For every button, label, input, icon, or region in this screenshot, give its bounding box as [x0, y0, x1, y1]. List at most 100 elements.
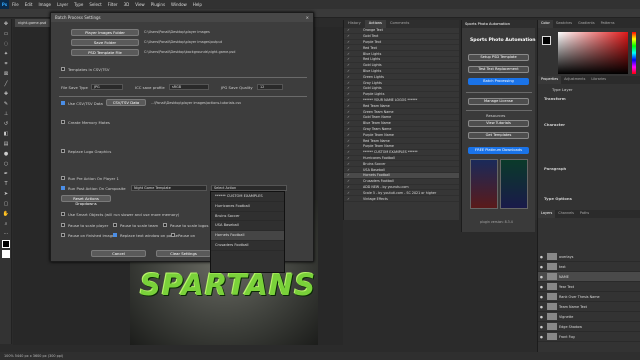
layer-row[interactable]: ● Year Text [538, 282, 640, 292]
action-enabled-check-icon[interactable]: ✓ [344, 110, 353, 114]
menu-type[interactable]: Type [71, 2, 86, 7]
layer-row[interactable]: ● Edge Shadow [538, 322, 640, 332]
tab-comments[interactable]: Comments [386, 20, 413, 28]
menu-plugins[interactable]: Plugins [148, 2, 168, 7]
dialog-close-icon[interactable]: × [306, 15, 309, 20]
tab-swatches[interactable]: Swatches [553, 20, 575, 28]
layer-visibility-icon[interactable]: ● [538, 325, 545, 329]
layer-visibility-icon[interactable]: ● [538, 285, 545, 289]
menu-image[interactable]: Image [35, 2, 54, 7]
icc-profile-select[interactable]: sRGB [169, 84, 209, 90]
file-type-select[interactable]: JPG [91, 84, 123, 90]
jpg-quality-select[interactable]: 12 [257, 84, 283, 90]
save-folder-button[interactable]: Save Folder [71, 39, 139, 46]
reset-actions-dropdowns-button[interactable]: Reset Actions Dropdowns [61, 195, 111, 206]
use-csv-checkbox[interactable] [61, 101, 65, 105]
action-enabled-check-icon[interactable]: ✓ [344, 115, 353, 119]
action-enabled-check-icon[interactable]: ✓ [344, 40, 353, 44]
layer-visibility-icon[interactable]: ● [538, 265, 545, 269]
action-enabled-check-icon[interactable]: ✓ [344, 121, 353, 125]
menu-select[interactable]: Select [86, 2, 104, 7]
post-action-set-select[interactable]: Night Game Template [131, 185, 207, 191]
action-enabled-check-icon[interactable]: ✓ [344, 150, 353, 154]
layer-visibility-icon[interactable]: ● [538, 295, 545, 299]
action-enabled-check-icon[interactable]: ✓ [344, 69, 353, 73]
tab-color[interactable]: Color [538, 20, 553, 28]
path-select-tool-icon[interactable]: ➤ [2, 190, 10, 198]
brush-tool-icon[interactable]: ✎ [2, 100, 10, 108]
action-enabled-check-icon[interactable]: ✓ [344, 139, 353, 143]
tab-history[interactable]: History [344, 20, 365, 28]
layer-row[interactable]: ● Team Name Text [538, 302, 640, 312]
use-smart-objects-checkbox[interactable] [61, 212, 65, 216]
pen-tool-icon[interactable]: ✒ [2, 170, 10, 178]
action-enabled-check-icon[interactable]: ✓ [344, 57, 353, 61]
setup-psd-template-button[interactable]: Setup PSD Template [468, 54, 529, 61]
action-enabled-check-icon[interactable]: ✓ [344, 63, 353, 67]
layer-visibility-icon[interactable]: ● [538, 305, 545, 309]
replace-logo-checkbox[interactable] [61, 149, 65, 153]
pause-scale-logos-checkbox[interactable] [163, 223, 167, 227]
paragraph-section[interactable]: Paragraph [544, 166, 566, 171]
layer-visibility-icon[interactable]: ● [538, 315, 545, 319]
run-post-action-checkbox[interactable] [61, 186, 65, 190]
marquee-tool-icon[interactable]: ▭ [2, 30, 10, 38]
run-pre-action-checkbox[interactable] [61, 176, 65, 180]
get-templates-button[interactable]: Get Templates [468, 132, 529, 139]
foreground-color-swatch[interactable] [2, 240, 10, 248]
layer-row[interactable]: ● overlays [538, 252, 640, 262]
healing-tool-icon[interactable]: ✚ [2, 90, 10, 98]
csv-data-button[interactable]: CSV/TSV Data [106, 99, 146, 106]
template-preview-image[interactable] [470, 159, 498, 209]
magic-wand-tool-icon[interactable]: ✦ [2, 50, 10, 58]
clear-settings-button[interactable]: Clear Settings [156, 250, 211, 257]
tab-patterns[interactable]: Patterns [598, 20, 618, 28]
action-enabled-check-icon[interactable]: ✓ [344, 179, 353, 183]
pause-finished-checkbox[interactable] [61, 233, 65, 237]
menu-layer[interactable]: Layer [54, 2, 71, 7]
lasso-tool-icon[interactable]: ◌ [2, 40, 10, 48]
dropdown-item[interactable]: Crusaders Football [211, 241, 284, 251]
layer-row[interactable]: ● Rank Over Thesis Name [538, 292, 640, 302]
action-enabled-check-icon[interactable]: ✓ [344, 81, 353, 85]
batch-processing-button[interactable]: Batch Processing [468, 78, 529, 85]
color-picker-field[interactable] [558, 32, 628, 74]
foreground-color-chip[interactable] [542, 36, 551, 45]
psd-template-button[interactable]: PSD Template File [71, 49, 139, 56]
tab-actions[interactable]: Actions [364, 20, 386, 28]
blur-tool-icon[interactable]: ● [2, 150, 10, 158]
menu-filter[interactable]: Filter [105, 2, 121, 7]
dropdown-item[interactable]: Hurricanes Football [211, 202, 284, 212]
action-row[interactable]: ✓ Vintage Effects [344, 196, 459, 202]
tab-gradients[interactable]: Gradients [575, 20, 598, 28]
history-brush-tool-icon[interactable]: ↺ [2, 120, 10, 128]
move-tool-icon[interactable]: ✥ [2, 20, 10, 28]
action-enabled-check-icon[interactable]: ✓ [344, 173, 353, 177]
action-enabled-check-icon[interactable]: ✓ [344, 156, 353, 160]
photoshop-logo-icon[interactable]: Ps [0, 0, 9, 9]
player-images-folder-button[interactable]: Player Images Folder [71, 29, 139, 36]
transform-section[interactable]: Transform [544, 96, 566, 101]
gradient-tool-icon[interactable]: ▤ [2, 140, 10, 148]
templates-in-csv-checkbox[interactable] [61, 67, 65, 71]
tab-paths[interactable]: Paths [577, 210, 592, 218]
layer-row[interactable]: ● Front Fog [538, 332, 640, 342]
replace-text-pause-checkbox[interactable] [113, 233, 117, 237]
manage-license-button[interactable]: Manage License [468, 98, 529, 105]
dodge-tool-icon[interactable]: ○ [2, 160, 10, 168]
action-enabled-check-icon[interactable]: ✓ [344, 191, 353, 195]
menu-file[interactable]: File [9, 2, 22, 7]
action-enabled-check-icon[interactable]: ✓ [344, 127, 353, 131]
tab-properties[interactable]: Properties [538, 76, 562, 84]
action-enabled-check-icon[interactable]: ✓ [344, 92, 353, 96]
menu-help[interactable]: Help [190, 2, 205, 7]
action-enabled-check-icon[interactable]: ✓ [344, 144, 353, 148]
pause-on-checkbox[interactable] [171, 233, 175, 237]
action-enabled-check-icon[interactable]: ✓ [344, 162, 353, 166]
action-enabled-check-icon[interactable]: ✓ [344, 34, 353, 38]
action-enabled-check-icon[interactable]: ✓ [344, 28, 353, 32]
hue-slider[interactable] [632, 32, 636, 74]
layer-visibility-icon[interactable]: ● [538, 255, 545, 259]
action-enabled-check-icon[interactable]: ✓ [344, 46, 353, 50]
action-enabled-check-icon[interactable]: ✓ [344, 98, 353, 102]
